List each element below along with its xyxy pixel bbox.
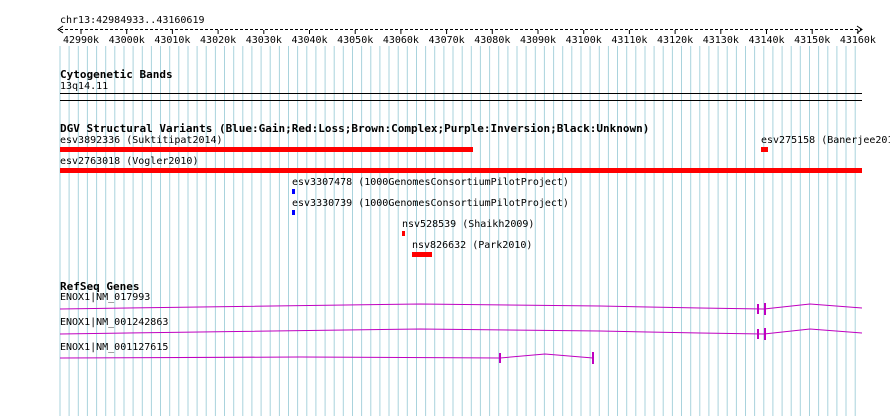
gene-model[interactable]	[59, 328, 863, 340]
gene-model[interactable]	[59, 352, 594, 364]
gene-model[interactable]	[59, 303, 863, 315]
gene-models	[59, 303, 863, 364]
genome-browser-panel: chr13:42984933..43160619 42990k 43000k 430…	[0, 0, 890, 416]
